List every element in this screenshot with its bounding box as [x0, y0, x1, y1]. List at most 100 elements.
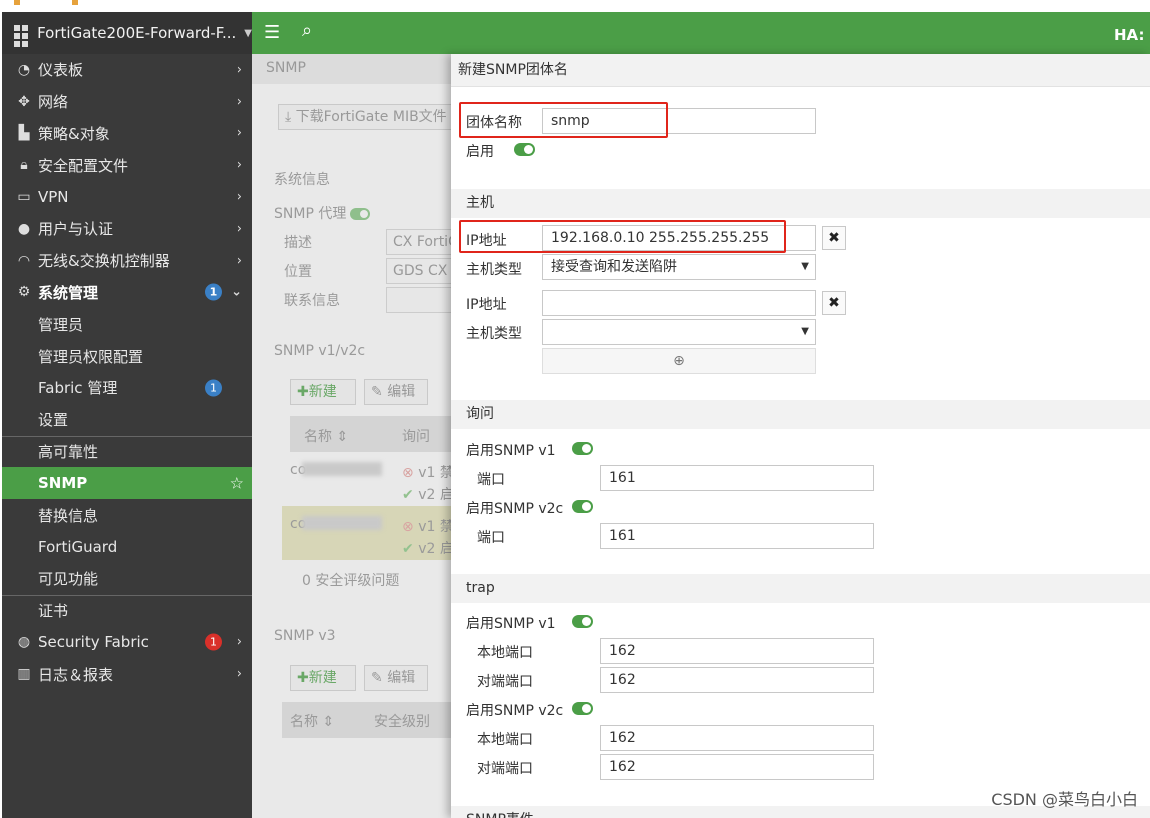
query-v2c-port-input[interactable]: 161: [600, 523, 874, 549]
snmp-page-background: SNMP ⤓ 下载FortiGate MIB文件 系统信息 SNMP 代理 描述…: [252, 54, 452, 818]
sidebar-subitem-label: 管理员权限配置: [38, 347, 144, 366]
download-mib-button[interactable]: ⤓ 下载FortiGate MIB文件: [278, 104, 452, 130]
trap-v2c-local-port-input[interactable]: 162: [600, 725, 874, 751]
edit-button-v3[interactable]: ✎ 编辑: [364, 665, 428, 691]
fortigate-logo-icon: [14, 25, 31, 47]
trap-v1-remote-port-input[interactable]: 162: [600, 667, 874, 693]
sidebar-item-label: 安全配置文件: [38, 156, 129, 175]
trap-enable-v1-toggle[interactable]: [572, 615, 593, 628]
query-enable-v1-toggle[interactable]: [572, 442, 593, 455]
sidebar-subitem-feature-visibility[interactable]: 可见功能: [2, 563, 252, 595]
download-mib-label: 下载FortiGate MIB文件: [295, 109, 447, 125]
query-v1-port-input[interactable]: 161: [600, 465, 874, 491]
host-2-type-select[interactable]: ▼: [542, 319, 816, 345]
sidebar-subitem-fabric-mgmt[interactable]: Fabric 管理 1: [2, 372, 252, 404]
trap-v2c-remote-port-label: 对端端口: [477, 761, 533, 777]
trap-enable-v2c-toggle[interactable]: [572, 702, 593, 715]
new-button[interactable]: ✚新建: [290, 379, 356, 405]
chevron-right-icon: ›: [236, 157, 242, 173]
sidebar-subitem-ha[interactable]: 高可靠性: [2, 435, 252, 468]
sidebar-subitem-admin-profiles[interactable]: 管理员权限配置: [2, 340, 252, 372]
security-fabric-icon: ◍: [17, 634, 31, 651]
column-header-query[interactable]: 询问: [402, 426, 430, 446]
column-header-security-level[interactable]: 安全级别: [374, 711, 430, 731]
trap-section-header: trap: [451, 574, 1150, 603]
sidebar-item-wifi-switch[interactable]: ◠ 无线&交换机控制器 ›: [2, 245, 252, 277]
sidebar-item-policy[interactable]: ▙ 策略&对象 ›: [2, 118, 252, 150]
sidebar-subitem-certificates[interactable]: 证书: [2, 594, 252, 627]
new-button-v3[interactable]: ✚新建: [290, 665, 356, 691]
chevron-down-icon: ⌄: [231, 284, 242, 300]
sidebar-item-dashboard[interactable]: ◔ 仪表板 ›: [2, 54, 252, 86]
row-2-v1-text: v1 禁用: [418, 519, 452, 535]
dashboard-icon: ◔: [17, 61, 31, 78]
sidebar-item-system[interactable]: ⚙ 系统管理 1 ⌄: [2, 277, 252, 309]
sidebar-item-security-profiles[interactable]: 🔒︎ 安全配置文件 ›: [2, 149, 252, 181]
sidebar-item-label: VPN: [38, 188, 69, 207]
sidebar-subitem-fortiguard[interactable]: FortiGuard: [2, 531, 252, 563]
enable-toggle[interactable]: [514, 143, 535, 156]
sidebar-subitem-snmp[interactable]: SNMP ☆: [2, 467, 252, 500]
host-2-ip-input[interactable]: [542, 290, 816, 316]
column-header-name-v3[interactable]: 名称 ⇕: [290, 711, 334, 731]
sidebar-subitem-label: 管理员: [38, 315, 84, 334]
location-field[interactable]: GDS CX: [386, 258, 452, 284]
sidebar-subitem-settings[interactable]: 设置: [2, 404, 252, 436]
highlight-box-ip: [459, 220, 786, 253]
sidebar-item-label: 网络: [38, 93, 69, 112]
sidebar-subitem-label: 可见功能: [38, 570, 99, 589]
user-icon: ●: [17, 220, 31, 237]
column-header-name[interactable]: 名称 ⇕: [304, 426, 348, 446]
sidebar-item-vpn[interactable]: ▭ VPN ›: [2, 181, 252, 213]
security-issues: 0 安全评级问题: [302, 573, 400, 589]
query-enable-v1-label: 启用SNMP v1: [466, 443, 556, 459]
remove-host-2-icon[interactable]: ✖: [822, 291, 846, 315]
dropdown-arrow-icon: ▼: [801, 261, 809, 272]
edit-button[interactable]: ✎ 编辑: [364, 379, 428, 405]
trap-enable-v1-label: 启用SNMP v1: [466, 616, 556, 632]
snmp-agent-text: SNMP 代理: [274, 206, 347, 222]
dialog-title: 新建SNMP团体名: [451, 54, 1150, 87]
trap-v2c-remote-port-input[interactable]: 162: [600, 754, 874, 780]
trap-enable-v2c-label: 启用SNMP v2c: [466, 703, 564, 719]
sidebar-subitem-replacement-msgs[interactable]: 替换信息: [2, 499, 252, 531]
breadcrumb: SNMP: [252, 54, 452, 84]
sidebar-item-label: 日志＆报表: [38, 665, 114, 684]
snmp-agent-toggle[interactable]: [350, 208, 371, 220]
host-1-type-select[interactable]: 接受查询和发送陷阱 ▼: [542, 254, 816, 280]
sidebar-item-user-auth[interactable]: ● 用户与认证 ›: [2, 213, 252, 245]
notification-badge: 1: [205, 283, 222, 301]
star-icon[interactable]: ☆: [230, 474, 244, 493]
ha-status: HA: 主: [1114, 26, 1150, 44]
notification-badge: 1: [205, 379, 222, 397]
sidebar-item-network[interactable]: ✥ 网络 ›: [2, 86, 252, 118]
sidebar-item-security-fabric[interactable]: ◍ Security Fabric 1 ›: [2, 626, 252, 658]
bar-chart-icon: ▥: [17, 666, 31, 683]
chevron-right-icon: ›: [236, 94, 242, 110]
add-host-button[interactable]: ⊕: [542, 348, 816, 374]
sidebar-item-label: 无线&交换机控制器: [38, 252, 170, 271]
device-selector[interactable]: FortiGate200E-Forward-F... ▼: [2, 12, 252, 54]
chevron-right-icon: ›: [236, 253, 242, 269]
table-row-2-v1: ⊗ v1 禁用: [402, 516, 452, 536]
sidebar-subitem-label: SNMP: [38, 474, 88, 493]
caret-down-icon: ▼: [244, 27, 252, 39]
notification-badge: 1: [205, 633, 222, 651]
sidebar-subitem-label: FortiGuard: [38, 537, 118, 556]
remove-host-1-icon[interactable]: ✖: [822, 226, 846, 250]
system-info-title: 系统信息: [274, 172, 330, 188]
location-label: 位置: [284, 264, 312, 280]
wifi-icon: ◠: [17, 252, 31, 269]
host-type-label: 主机类型: [466, 262, 522, 278]
contact-field[interactable]: [386, 287, 452, 313]
hamburger-menu-icon[interactable]: ☰: [264, 22, 280, 43]
sidebar-subitem-admins[interactable]: 管理员: [2, 308, 252, 340]
description-field[interactable]: CX FortiGate: [386, 229, 452, 255]
trap-v1-local-port-input[interactable]: 162: [600, 638, 874, 664]
table-row-1-v2: ✔ v2 启用: [402, 484, 452, 504]
query-enable-v2c-toggle[interactable]: [572, 500, 593, 513]
app-root: FortiGate200E-Forward-F... ▼ ◔ 仪表板 › ✥ 网…: [0, 0, 1150, 818]
search-icon[interactable]: ⌕: [302, 20, 312, 41]
sidebar-item-logs[interactable]: ▥ 日志＆报表 ›: [2, 658, 252, 690]
blurred-community-name: [302, 516, 382, 530]
